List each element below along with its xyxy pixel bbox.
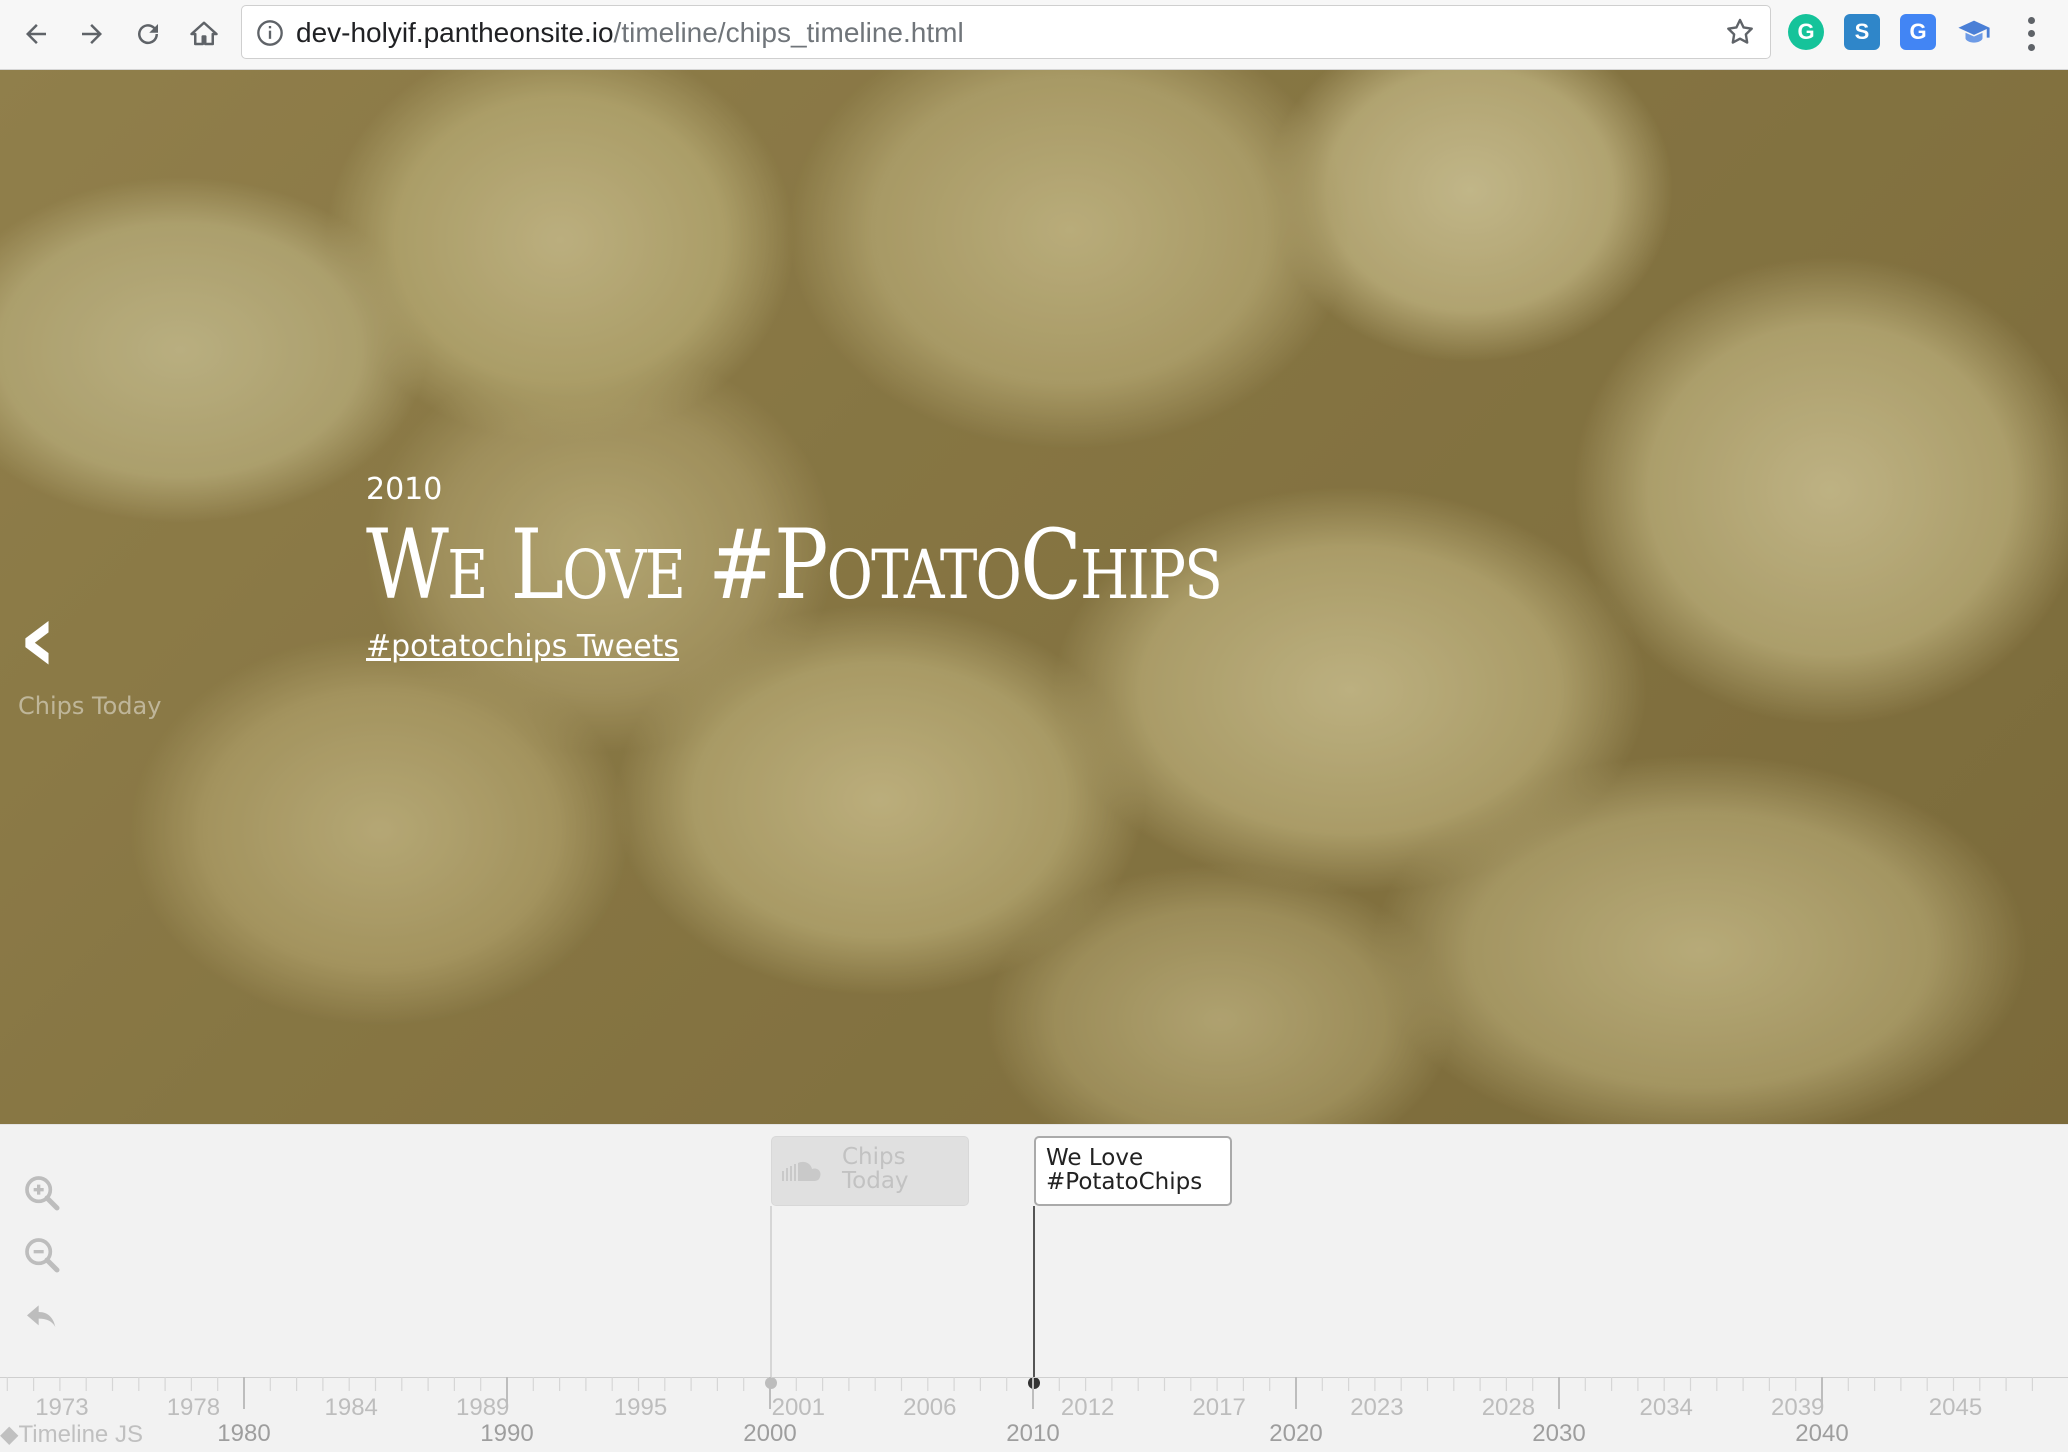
browser-toolbar: dev-holyif.pantheonsite.io/timeline/chip… [0,0,2068,70]
forward-arrow-icon [82,24,102,44]
back-arrow-icon [26,24,46,44]
marker-line-potato-chips [1033,1206,1035,1384]
major-tick-label: 2020 [1269,1420,1323,1447]
back-button[interactable] [14,12,58,56]
minor-tick-label: 1984 [324,1394,378,1421]
minor-tick-label: 2023 [1350,1394,1404,1421]
forward-button[interactable] [70,12,114,56]
time-axis: 1973 1978 1984 1989 1995 2001 2006 2012 2017 2023… [0,1377,2068,1452]
timelinejs-brand[interactable]: ◆Timeline JS [0,1420,143,1449]
slide-headline: We Love #PotatoChips [366,509,1223,621]
grammarly-icon[interactable]: G [1788,14,1824,50]
axis-ticks [6,1377,2034,1409]
marker-title: Chips Today [842,1144,909,1194]
address-bar[interactable]: dev-holyif.pantheonsite.io/timeline/chip… [241,5,1771,59]
url-text: dev-holyif.pantheonsite.io/timeline/chip… [296,17,964,49]
previous-slide-button[interactable]: ‹ Chips Today [18,582,162,720]
tweets-link[interactable]: #potatochips Tweets [366,629,679,664]
soundcloud-icon [782,1161,821,1181]
marker-title: We Love #PotatoChips [1046,1145,1203,1195]
previous-slide-title: Chips Today [18,692,162,720]
minor-tick-label: 1978 [166,1394,221,1421]
major-tick-label: 2040 [1795,1420,1849,1447]
minor-tick-label: 2045 [1928,1394,1983,1421]
zoom-in-icon[interactable] [22,1173,62,1213]
minor-tick-label: 2001 [771,1394,825,1421]
browser-menu-icon[interactable] [2016,14,2046,54]
major-tick-label: 1990 [480,1420,534,1447]
back-to-start-icon[interactable] [22,1297,62,1337]
major-tick-label: 1980 [217,1420,271,1447]
url-path: /timeline/chips_timeline.html [613,17,964,48]
timelinejs-logo-icon: ◆ [0,1421,19,1448]
minor-tick-label: 2012 [1060,1394,1115,1421]
marker-we-love-potato-chips[interactable]: We Love #PotatoChips [1034,1136,1232,1206]
slide-background: ‹ Chips Today 2010 We Love #PotatoChips … [0,70,2068,1124]
brand-label: Timeline JS [18,1421,143,1448]
home-button[interactable] [182,12,226,56]
url-domain: dev-holyif.pantheonsite.io [296,17,614,48]
major-tick-label: 2010 [1006,1420,1060,1447]
minor-tick-label: 1989 [455,1394,510,1421]
minor-tick-label: 2028 [1481,1394,1536,1421]
chevron-left-icon: ‹ [18,582,58,694]
marker-line-chips-today [770,1206,772,1384]
minor-tick-label: 2039 [1770,1394,1825,1421]
major-tick-label: 2000 [743,1420,797,1447]
minor-tick-label: 1995 [613,1394,668,1421]
minor-tick-label: 2017 [1192,1394,1246,1421]
marker-chips-today[interactable]: Chips Today [771,1136,969,1206]
slide-date: 2010 [366,472,443,507]
graduation-cap-icon[interactable] [1956,14,1992,50]
slide-text: 2010 We Love #PotatoChips #potatochips T… [366,472,1384,664]
zoom-out-icon[interactable] [22,1235,62,1275]
minor-tick-label: 2006 [903,1394,957,1421]
minor-tick-label: 1973 [35,1394,89,1421]
reload-icon [138,24,159,45]
translate-icon[interactable]: G [1900,14,1936,50]
info-icon[interactable] [256,19,284,47]
home-icon [190,21,218,46]
bookmark-star-icon[interactable] [1724,16,1756,48]
s-extension-icon[interactable]: S [1844,14,1880,50]
minor-tick-label: 2034 [1639,1394,1693,1421]
major-tick-label: 2030 [1532,1420,1586,1447]
reload-button[interactable] [126,12,170,56]
